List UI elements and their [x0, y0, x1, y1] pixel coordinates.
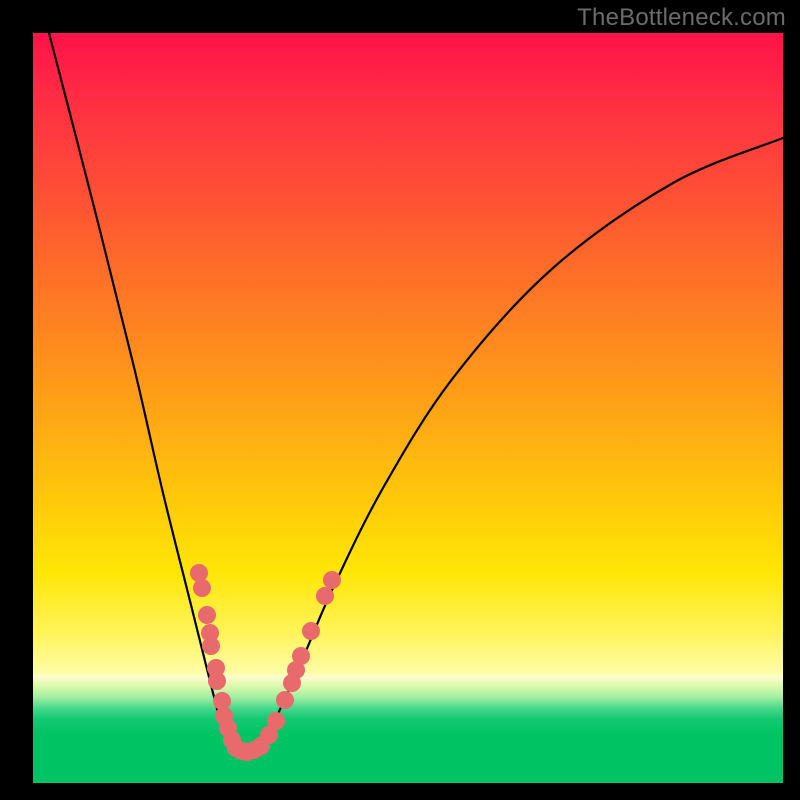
highlight-dot: [190, 564, 208, 582]
highlight-dot: [208, 672, 226, 690]
highlight-dot: [292, 647, 310, 665]
highlight-dot: [323, 571, 341, 589]
highlight-dot: [316, 587, 334, 605]
highlight-dot: [202, 637, 220, 655]
highlight-dot: [276, 691, 294, 709]
bottleneck-curve: [49, 33, 783, 755]
watermark-text: TheBottleneck.com: [577, 4, 786, 32]
curve-layer: [33, 33, 783, 783]
plot-area: [33, 33, 783, 783]
highlight-dot: [193, 579, 211, 597]
chart-frame: TheBottleneck.com: [0, 0, 800, 800]
highlight-dots-group: [190, 564, 341, 761]
highlight-dot: [198, 606, 216, 624]
highlight-dot: [267, 712, 285, 730]
highlight-dot: [302, 622, 320, 640]
